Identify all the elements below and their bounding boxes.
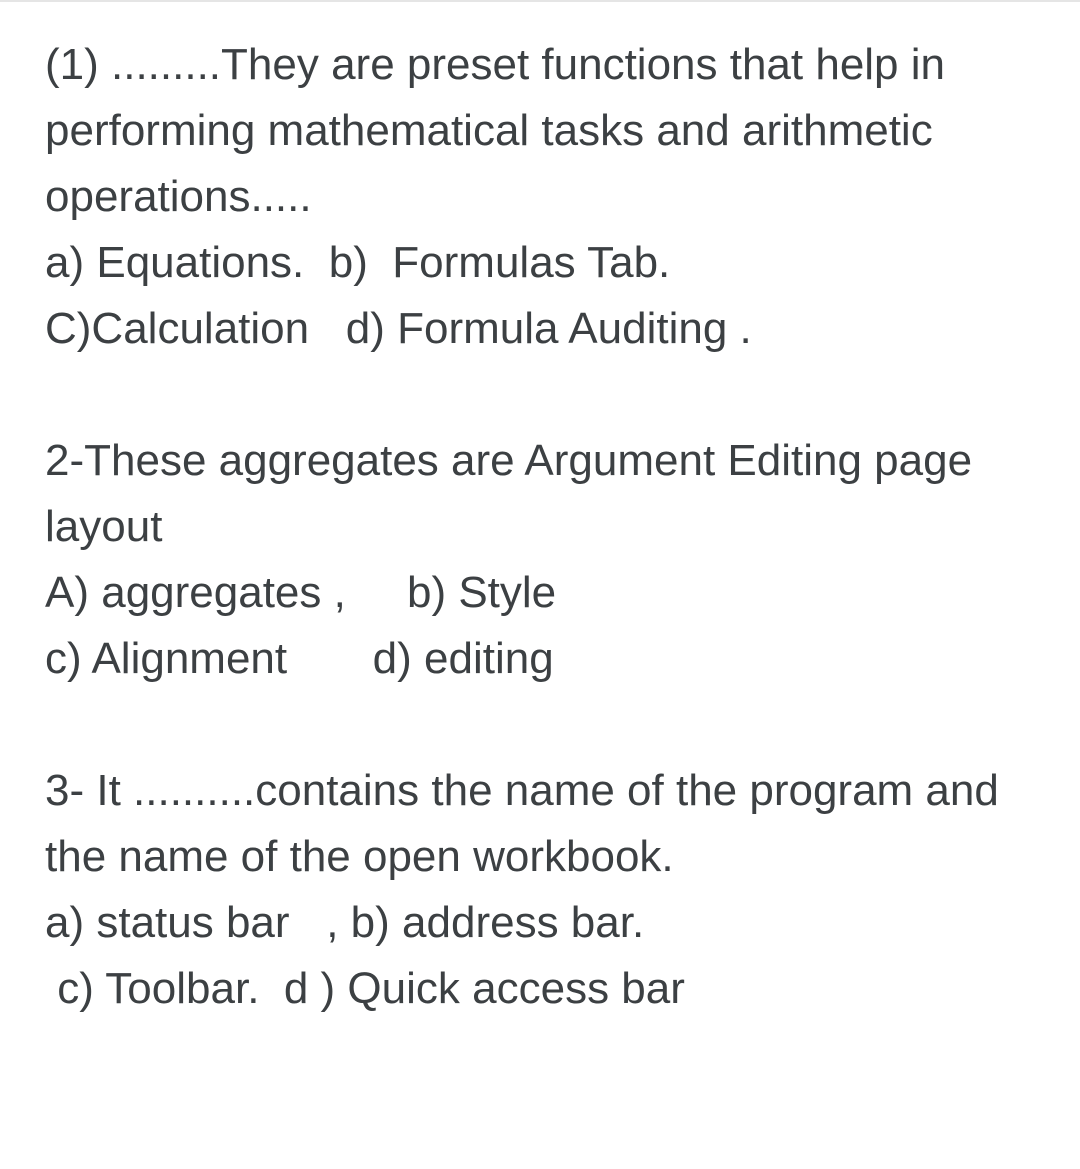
question-3-options-c-d: c) Toolbar. d ) Quick access bar bbox=[45, 956, 1035, 1022]
question-1: (1) .........They are preset functions t… bbox=[45, 32, 1035, 362]
question-3-prompt: 3- It ..........contains the name of the… bbox=[45, 758, 1035, 890]
question-2-options-a-b: A) aggregates , b) Style bbox=[45, 560, 1035, 626]
question-3-options-a-b: a) status bar , b) address bar. bbox=[45, 890, 1035, 956]
question-1-options-a-b: a) Equations. b) Formulas Tab. bbox=[45, 230, 1035, 296]
question-3: 3- It ..........contains the name of the… bbox=[45, 758, 1035, 1022]
question-2-prompt: 2-These aggregates are Argument Editing … bbox=[45, 428, 1035, 560]
question-2: 2-These aggregates are Argument Editing … bbox=[45, 428, 1035, 692]
question-2-options-c-d: c) Alignment d) editing bbox=[45, 626, 1035, 692]
question-1-options-c-d: C)Calculation d) Formula Auditing . bbox=[45, 296, 1035, 362]
question-1-prompt: (1) .........They are preset functions t… bbox=[45, 32, 1035, 230]
